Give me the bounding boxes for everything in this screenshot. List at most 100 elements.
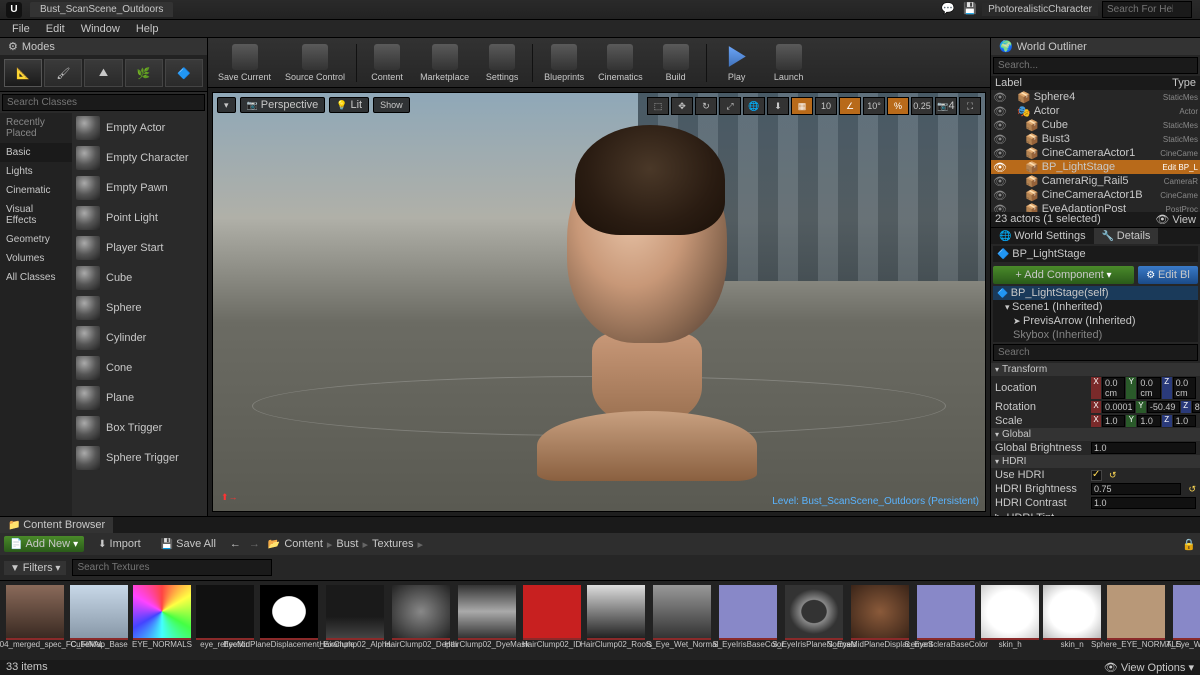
use-hdri-checkbox[interactable] bbox=[1091, 470, 1102, 481]
outliner-row[interactable]: 👁📦CineCameraActor1BCineCame bbox=[991, 188, 1200, 202]
asset-item[interactable]: HairClump02_Roots bbox=[585, 585, 647, 656]
scene-tab[interactable]: Bust_ScanScene_Outdoors bbox=[30, 2, 173, 17]
landscape-mode-icon[interactable]: ⛰ bbox=[84, 59, 122, 87]
hdri-brightness[interactable]: 0.75 bbox=[1091, 483, 1181, 495]
breadcrumb[interactable]: 📂Content▸Bust▸Textures▸ bbox=[268, 538, 423, 551]
transform-rotate-icon[interactable]: ↻ bbox=[695, 97, 717, 115]
geometry-mode-icon[interactable]: 🔷 bbox=[165, 59, 203, 87]
settings-button[interactable]: Settings bbox=[477, 40, 527, 86]
add-new-button[interactable]: 📄 Add New ▾ bbox=[4, 536, 84, 552]
filters-button[interactable]: ▼ Filters ▾ bbox=[4, 561, 66, 575]
section-global[interactable]: Global bbox=[991, 428, 1200, 441]
surface-snap-icon[interactable]: ⬇ bbox=[767, 97, 789, 115]
coord-space-icon[interactable]: 🌐 bbox=[743, 97, 765, 115]
global-brightness[interactable]: 1.0 bbox=[1091, 442, 1196, 454]
tab-world-settings[interactable]: 🌐 World Settings bbox=[991, 228, 1094, 244]
outliner-row[interactable]: 👁📦EyeAdaptionPostPostProc bbox=[991, 202, 1200, 212]
category-visual-effects[interactable]: Visual Effects bbox=[0, 200, 72, 230]
reset-icon[interactable]: ↺ bbox=[1188, 484, 1196, 495]
outliner-row[interactable]: 👁🎭ActorActor bbox=[991, 104, 1200, 118]
component-item[interactable]: ▾ Scene1 (Inherited) bbox=[993, 300, 1198, 314]
scale-snap-value[interactable]: 0.25 bbox=[911, 97, 933, 115]
place-mode-icon[interactable]: 📐 bbox=[4, 59, 42, 87]
build-button[interactable]: Build bbox=[651, 40, 701, 86]
asset-item[interactable]: CubeMap_Base bbox=[70, 585, 128, 656]
outliner-row[interactable]: 👁📦BP_LightStageEdit BP_L bbox=[991, 160, 1200, 174]
transform-move-icon[interactable]: ✥ bbox=[671, 97, 693, 115]
nav-fwd-icon[interactable]: → bbox=[249, 538, 260, 550]
scale-snap-toggle[interactable]: % bbox=[887, 97, 909, 115]
rot-z[interactable]: 82.786 bbox=[1192, 401, 1200, 413]
edit-blueprint-button[interactable]: ⚙ Edit Bl bbox=[1138, 266, 1198, 284]
nav-back-icon[interactable]: ← bbox=[230, 538, 241, 550]
category-basic[interactable]: Basic bbox=[0, 143, 72, 162]
asset-item[interactable]: EYE_NORMALS bbox=[132, 585, 192, 656]
actor-cube[interactable]: Cube bbox=[72, 263, 207, 293]
actor-box-trigger[interactable]: Box Trigger bbox=[72, 413, 207, 443]
component-item[interactable]: Skybox (Inherited) bbox=[993, 328, 1198, 342]
details-search[interactable] bbox=[993, 344, 1198, 361]
content-button[interactable]: Content bbox=[362, 40, 412, 86]
foliage-mode-icon[interactable]: 🌿 bbox=[125, 59, 163, 87]
perspective-button[interactable]: 📷 Perspective bbox=[240, 97, 326, 113]
category-all-classes[interactable]: All Classes bbox=[0, 268, 72, 287]
menu-window[interactable]: Window bbox=[73, 23, 128, 35]
play-button[interactable]: Play bbox=[712, 40, 762, 86]
show-button[interactable]: Show bbox=[373, 97, 410, 113]
asset-item[interactable]: S_EyeScleraBaseColor bbox=[915, 585, 977, 656]
viewport-maximize-icon[interactable]: ⛶ bbox=[959, 97, 981, 115]
actor-player-start[interactable]: Player Start bbox=[72, 233, 207, 263]
component-root[interactable]: 🔷 BP_LightStage(self) bbox=[993, 286, 1198, 300]
asset-item[interactable]: EyeMidPlaneDisplacement_Example bbox=[258, 585, 320, 656]
view-options-button[interactable]: 👁 View Options ▾ bbox=[1104, 661, 1194, 674]
viewport[interactable]: ▾ 📷 Perspective 💡 Lit Show ⬚ ✥ ↻ ⤢ 🌐 ⬇ ▦… bbox=[212, 92, 986, 512]
section-hdri[interactable]: HDRI bbox=[991, 455, 1200, 468]
viewport-dropdown[interactable]: ▾ bbox=[217, 97, 236, 113]
cinematics-button[interactable]: Cinematics bbox=[592, 40, 649, 86]
help-search[interactable] bbox=[1102, 1, 1192, 18]
actor-point-light[interactable]: Point Light bbox=[72, 203, 207, 233]
rot-y[interactable]: -50.49 bbox=[1147, 401, 1180, 413]
paint-mode-icon[interactable]: 🖌 bbox=[44, 59, 82, 87]
outliner-row[interactable]: 👁📦Sphere4StaticMes bbox=[991, 90, 1200, 104]
component-tree[interactable]: 🔷 BP_LightStage(self) ▾ Scene1 (Inherite… bbox=[993, 286, 1198, 342]
save-status-icon[interactable]: 💾 bbox=[963, 2, 979, 18]
reset-icon[interactable]: ↺ bbox=[1109, 470, 1117, 481]
search-classes-input[interactable] bbox=[2, 94, 205, 111]
actor-cylinder[interactable]: Cylinder bbox=[72, 323, 207, 353]
save-current-button[interactable]: Save Current bbox=[212, 40, 277, 86]
launch-button[interactable]: Launch bbox=[764, 40, 814, 86]
asset-item[interactable]: HairClump02_ID bbox=[522, 585, 581, 656]
scale-x[interactable]: 1.0 bbox=[1102, 415, 1125, 427]
crumb-textures[interactable]: Textures bbox=[372, 538, 414, 550]
transform-scale-icon[interactable]: ⤢ bbox=[719, 97, 741, 115]
angle-snap-value[interactable]: 10° bbox=[863, 97, 885, 115]
asset-item[interactable]: S_EyeIrisBaseColor bbox=[717, 585, 779, 656]
actor-cone[interactable]: Cone bbox=[72, 353, 207, 383]
asset-item[interactable]: Sphere_EYE_NORMALS bbox=[1105, 585, 1167, 656]
category-recently-placed[interactable]: Recently Placed bbox=[0, 113, 72, 143]
category-lights[interactable]: Lights bbox=[0, 162, 72, 181]
tab-details[interactable]: 🔧 Details bbox=[1094, 228, 1159, 244]
grid-snap-value[interactable]: 10 bbox=[815, 97, 837, 115]
asset-item[interactable]: T_Eye_Wet_Normal bbox=[1171, 585, 1200, 656]
actor-sphere-trigger[interactable]: Sphere Trigger bbox=[72, 443, 207, 473]
blueprints-button[interactable]: Blueprints bbox=[538, 40, 590, 86]
menu-edit[interactable]: Edit bbox=[38, 23, 73, 35]
search-textures-input[interactable] bbox=[72, 559, 272, 576]
outliner-view-button[interactable]: 👁 View bbox=[1155, 213, 1196, 226]
marketplace-button[interactable]: Marketplace bbox=[414, 40, 475, 86]
asset-item[interactable]: CH2_exp04_merged_spec_FC_FINAL bbox=[4, 585, 66, 656]
asset-item[interactable]: HairClump02_DyeMask bbox=[456, 585, 518, 656]
outliner-row[interactable]: 👁📦Bust3StaticMes bbox=[991, 132, 1200, 146]
crumb-bust[interactable]: Bust bbox=[336, 538, 358, 550]
modes-tab[interactable]: ⚙Modes bbox=[0, 38, 207, 55]
asset-item[interactable]: HairClump02_Depth bbox=[390, 585, 452, 656]
grid-snap-toggle[interactable]: ▦ bbox=[791, 97, 813, 115]
menu-file[interactable]: File bbox=[4, 23, 38, 35]
category-cinematic[interactable]: Cinematic bbox=[0, 181, 72, 200]
world-outliner-tab[interactable]: 🌍World Outliner bbox=[991, 38, 1200, 55]
camera-speed[interactable]: 📷4 bbox=[935, 97, 957, 115]
asset-item[interactable]: skin_h bbox=[981, 585, 1039, 656]
add-component-button[interactable]: + Add Component ▾ bbox=[993, 266, 1134, 284]
